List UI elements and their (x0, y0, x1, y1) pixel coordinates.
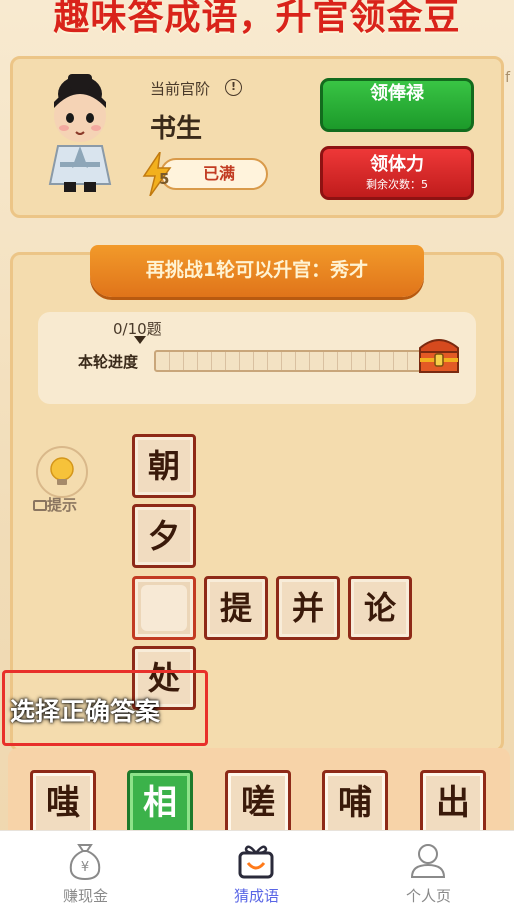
lightbulb-icon (50, 457, 74, 485)
video-icon (33, 500, 47, 511)
progress-marker-icon (134, 336, 146, 344)
collect-salary-button[interactable]: 领俸禄 (320, 78, 474, 132)
puzzle-tile-h2: 并 (276, 576, 340, 640)
puzzle-tile-v2: 夕 (132, 504, 196, 568)
tab-guess-idiom-label: 猜成语 (233, 887, 279, 905)
puzzle-tile-h1: 提 (204, 576, 268, 640)
bottom-tab-bar: ¥ 赚现金 猜成语 个人页 (0, 830, 514, 910)
promotion-ribbon: 再挑战1轮可以升官：秀才 (90, 245, 424, 297)
puzzle-tile-v1: 朝 (132, 434, 196, 498)
answer-choice-2[interactable]: 相 (127, 770, 193, 836)
rank-name: 书生 (150, 114, 203, 144)
tab-profile[interactable]: 个人页 (343, 831, 514, 910)
tab-profile-label: 个人页 (405, 887, 451, 905)
collect-stamina-button[interactable]: 领体力 剩余次数：5 (320, 146, 474, 200)
tab-earn-cash[interactable]: ¥ 赚现金 (0, 831, 171, 910)
scholar-avatar (48, 74, 112, 192)
banner-title: 趣味答成语，升官领金豆 (53, 0, 461, 38)
energy-count: 5 (159, 170, 170, 188)
puzzle-tile-h3: 论 (348, 576, 412, 640)
hint-label: 提示 (33, 494, 77, 515)
answer-choice-4[interactable]: 哺 (322, 770, 388, 836)
hint-circle (36, 446, 88, 498)
progress-bar (154, 350, 434, 372)
collect-salary-label: 领俸禄 (370, 83, 424, 104)
answer-choice-1[interactable]: 嗤 (30, 770, 96, 836)
stamina-remaining: 剩余次数：5 (366, 178, 428, 191)
energy-status: 已满 (160, 158, 268, 190)
collect-stamina-label: 领体力 (370, 154, 424, 175)
progress-label: 本轮进度 (78, 353, 139, 371)
gift-icon (238, 845, 274, 879)
instruction-label: 选择正确答案 (10, 697, 161, 726)
money-bag-icon: ¥ (69, 844, 101, 881)
user-icon (410, 844, 446, 878)
tab-earn-cash-label: 赚现金 (62, 887, 108, 905)
tab-guess-idiom[interactable]: 猜成语 (171, 831, 342, 910)
rank-label: 当前官阶 (150, 80, 211, 98)
hint-button[interactable]: 提示 (33, 446, 91, 516)
answer-choice-5[interactable]: 出 (420, 770, 486, 836)
svg-text:¥: ¥ (81, 860, 89, 875)
info-icon[interactable]: ! (225, 79, 242, 96)
answer-choice-3[interactable]: 嗟 (225, 770, 291, 836)
treasure-chest-icon[interactable] (416, 334, 462, 374)
hint-text: 提示 (47, 496, 78, 514)
puzzle-blank-tile[interactable] (132, 576, 196, 640)
game-screen: 趣味答成语，升官领金豆 b7e9f 当前官阶 ! 书生 已满 5 领俸禄 领体力… (0, 0, 514, 910)
